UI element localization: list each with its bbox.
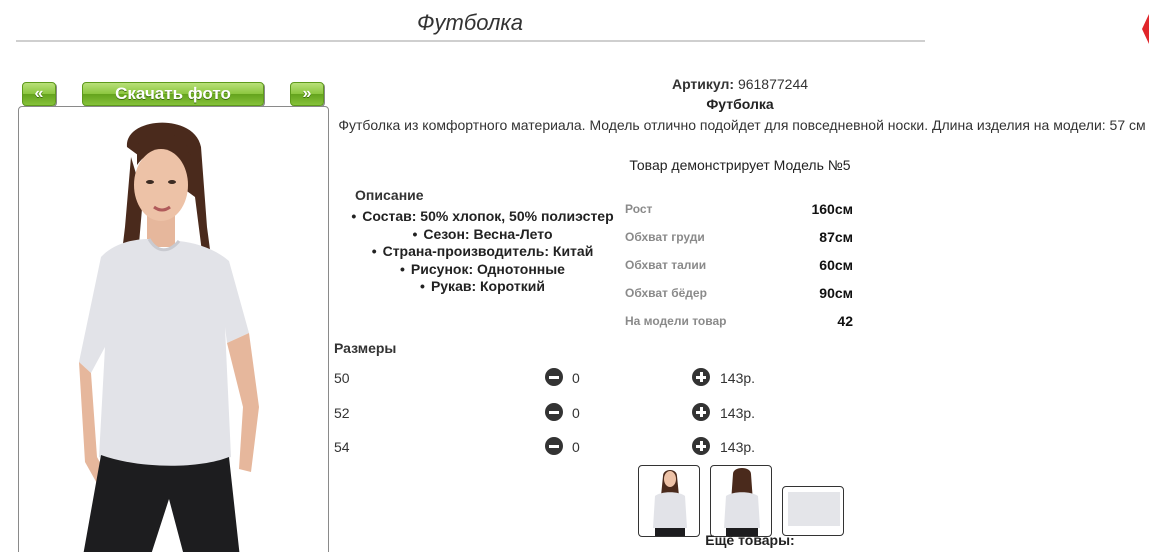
product-name: Футболка [706, 96, 774, 112]
size-row: 50 0 143р. [334, 368, 794, 390]
spec-item: Рукав: Короткий [340, 278, 625, 296]
measurement-label: Рост [625, 202, 653, 216]
thumbnail-back-image [724, 468, 760, 536]
plus-circle-icon[interactable] [692, 437, 710, 455]
spec-item: Страна-производитель: Китай [340, 243, 625, 261]
spec-item: Состав: 50% хлопок, 50% полиэстер [340, 208, 625, 226]
page-title: Футболка [417, 10, 523, 35]
model-measurements-table: Рост 160см Обхват груди 87см Обхват тали… [625, 197, 855, 337]
measurement-row: Обхват талии 60см [625, 253, 855, 281]
double-chevron-left-icon: « [34, 85, 44, 102]
minus-circle-icon[interactable] [545, 368, 563, 386]
product-description: Футболка из комфортного материала. Модел… [338, 117, 1146, 133]
measurement-row: Рост 160см [625, 197, 855, 225]
prev-photo-button[interactable]: « [22, 82, 56, 106]
thumbnail-front[interactable] [638, 465, 700, 537]
size-price: 143р. [720, 405, 756, 421]
size-row: 54 0 143р. [334, 437, 794, 459]
product-photo[interactable] [18, 106, 329, 552]
sku-label: Артикул: [671, 76, 735, 92]
thumbnail-back[interactable] [710, 465, 772, 537]
size-label: 52 [334, 405, 350, 421]
download-photo-button[interactable]: Скачать фото [82, 82, 264, 106]
sku-value: 961877244 [737, 76, 809, 92]
model-note: Товар демонстрирует Модель №5 [629, 157, 851, 173]
minus-circle-icon[interactable] [545, 403, 563, 421]
measurement-label: Обхват бёдер [625, 286, 707, 300]
size-quantity: 0 [572, 370, 580, 386]
thumbnail-front-image [653, 470, 687, 536]
next-photo-button[interactable]: » [290, 82, 324, 106]
more-products-label: Ещё товары: [705, 532, 795, 548]
measurement-row: Обхват бёдер 90см [625, 281, 855, 309]
double-chevron-right-icon: » [302, 85, 312, 102]
plus-circle-icon[interactable] [692, 403, 710, 421]
size-price: 143р. [720, 370, 756, 386]
thumbnail-fabric-image [788, 492, 840, 526]
spec-item: Сезон: Весна-Лето [340, 226, 625, 244]
measurement-value: 60см [819, 257, 853, 273]
title-divider [16, 40, 925, 42]
measurement-value: 90см [819, 285, 853, 301]
size-row: 52 0 143р. [334, 403, 794, 425]
size-quantity: 0 [572, 439, 580, 455]
spec-item: Рисунок: Однотонные [340, 261, 625, 279]
measurement-row: Обхват груди 87см [625, 225, 855, 253]
measurement-value: 42 [837, 313, 853, 329]
measurement-label: Обхват груди [625, 230, 705, 244]
specs-list: Состав: 50% хлопок, 50% полиэстер Сезон:… [340, 208, 625, 296]
model-photo-illustration [79, 122, 259, 552]
plus-circle-icon[interactable] [692, 368, 710, 386]
sku-line: Артикул: 961877244 [329, 76, 1149, 92]
measurement-label: Обхват талии [625, 258, 707, 272]
measurement-label: На модели товар [625, 314, 727, 328]
thumbnail-fabric[interactable] [782, 486, 844, 536]
size-quantity: 0 [572, 405, 580, 421]
corner-decoration [1142, 14, 1149, 44]
specs-title: Описание [355, 187, 424, 203]
measurement-row: На модели товар 42 [625, 309, 855, 337]
size-price: 143р. [720, 439, 756, 455]
measurement-value: 160см [811, 201, 853, 217]
minus-circle-icon[interactable] [545, 437, 563, 455]
size-label: 50 [334, 370, 350, 386]
size-label: 54 [334, 439, 350, 455]
sizes-title: Размеры [334, 340, 397, 356]
measurement-value: 87см [819, 229, 853, 245]
